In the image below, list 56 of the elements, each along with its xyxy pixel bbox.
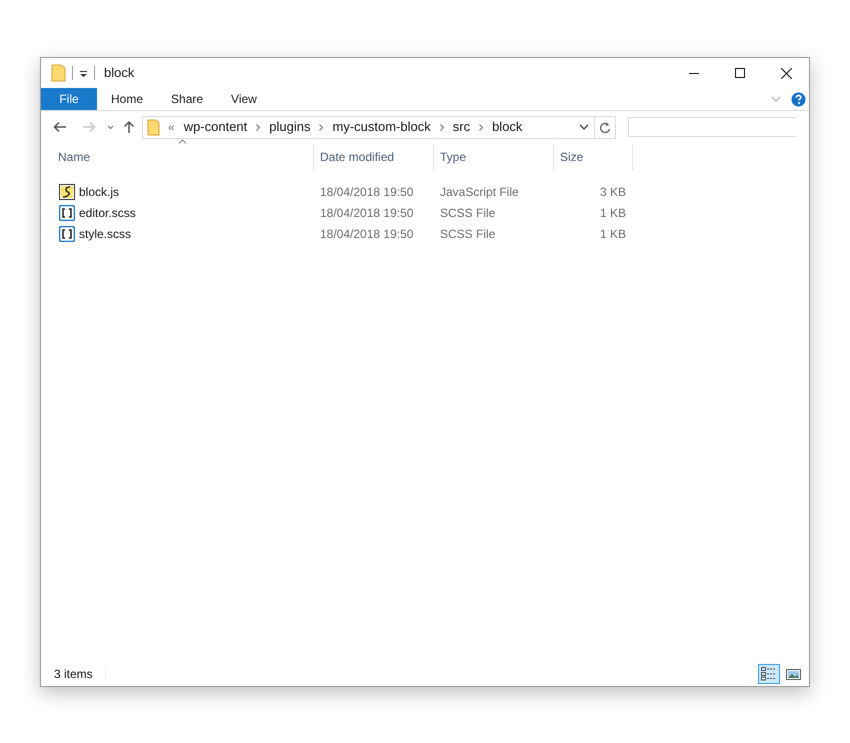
address-field[interactable]: « wp-content plugins my-custom-block src block bbox=[142, 116, 616, 138]
search-field[interactable] bbox=[628, 117, 796, 137]
chevron-icon[interactable] bbox=[256, 124, 260, 130]
folder-icon bbox=[51, 64, 66, 82]
column-header[interactable]: Size bbox=[553, 144, 633, 170]
file-row[interactable]: block.js 18/04/2018 19:50 JavaScript File 3 KB bbox=[41, 181, 809, 202]
date-cell-text: 18/04/2018 19:50 bbox=[319, 226, 414, 242]
breadcrumb[interactable]: my-custom-block bbox=[332, 117, 431, 137]
breadcrumb[interactable]: src bbox=[452, 117, 470, 137]
date-cell-text: 18/04/2018 19:50 bbox=[319, 204, 414, 222]
column-header[interactable]: Date modified bbox=[313, 144, 433, 170]
breadcrumb[interactable]: block bbox=[492, 117, 522, 137]
ribbon-tab[interactable]: View bbox=[217, 88, 271, 110]
size-cell-text: 3 KB bbox=[598, 184, 626, 200]
date-cell-text: 18/04/2018 19:50 bbox=[319, 184, 414, 200]
type-cell-text: SCSS File bbox=[439, 204, 496, 222]
sort-ascending-icon bbox=[178, 139, 187, 144]
file-row[interactable]: editor.scss 18/04/2018 19:50 SCSS File 1 KB bbox=[41, 202, 809, 223]
file-name: block.js bbox=[79, 184, 120, 200]
ribbon-tab[interactable]: Home bbox=[97, 88, 158, 110]
breadcrumb[interactable]: plugins bbox=[269, 117, 310, 137]
minimize-icon bbox=[689, 72, 699, 74]
dropdown-icon[interactable] bbox=[579, 124, 589, 130]
thumbnail-icon bbox=[786, 668, 800, 680]
column-header[interactable]: Type bbox=[433, 144, 553, 170]
overflow-chevron[interactable]: « bbox=[168, 118, 175, 136]
chevron-icon[interactable] bbox=[440, 124, 444, 130]
column-header[interactable]: Name bbox=[41, 144, 313, 170]
chevron-icon[interactable] bbox=[479, 124, 484, 130]
maximize-icon bbox=[735, 68, 745, 78]
recent-locations-icon[interactable] bbox=[107, 124, 114, 130]
back-arrow-icon[interactable] bbox=[53, 121, 67, 133]
ribbon-tab[interactable]: File bbox=[41, 88, 97, 110]
bracket-file-icon bbox=[59, 226, 75, 242]
close-icon bbox=[780, 68, 792, 78]
size-cell-text: 1 KB bbox=[598, 226, 626, 242]
file-row[interactable]: style.scss 18/04/2018 19:50 SCSS File 1 KB bbox=[41, 223, 809, 244]
refresh-icon[interactable] bbox=[599, 120, 611, 134]
ribbon-tab[interactable]: Share bbox=[157, 88, 218, 110]
file-name: editor.scss bbox=[79, 204, 136, 222]
item-count: 3 items bbox=[54, 666, 93, 683]
details-list-icon bbox=[761, 667, 777, 681]
breadcrumb[interactable]: wp-content bbox=[184, 117, 248, 137]
up-arrow-icon[interactable] bbox=[123, 120, 135, 134]
folder-icon bbox=[147, 118, 160, 136]
type-cell-text: SCSS File bbox=[439, 226, 496, 242]
size-cell-text: 1 KB bbox=[598, 204, 626, 222]
type-cell-text: JavaScript File bbox=[439, 184, 520, 200]
quick-access-dropdown-icon[interactable] bbox=[79, 68, 88, 78]
bracket-file-icon bbox=[59, 204, 75, 220]
window-title: block bbox=[104, 64, 134, 82]
help-icon[interactable] bbox=[791, 92, 806, 106]
file-name: style.scss bbox=[79, 226, 132, 242]
details-view-button[interactable] bbox=[758, 664, 780, 684]
chevron-icon[interactable] bbox=[319, 124, 324, 130]
script-file-icon bbox=[59, 184, 75, 200]
